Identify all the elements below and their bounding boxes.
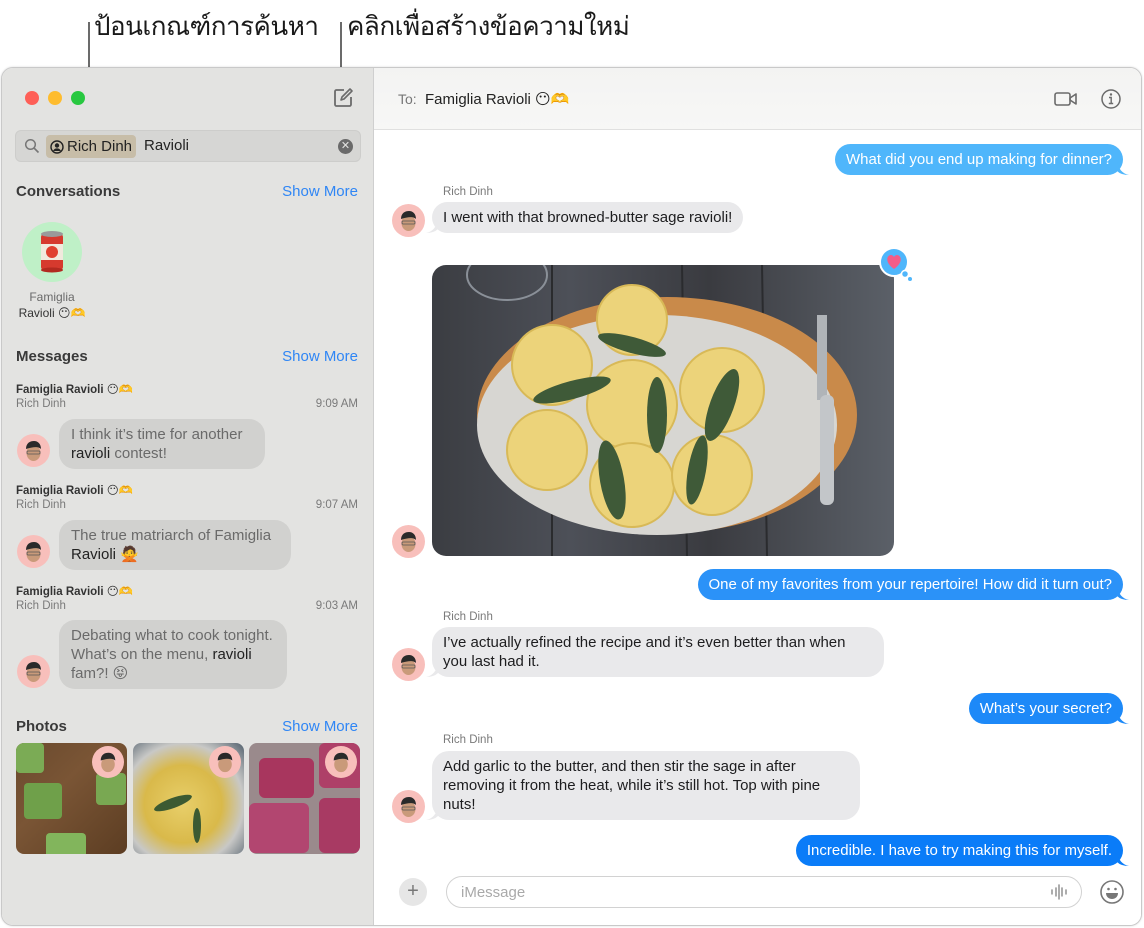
recipient-name[interactable]: Famiglia Ravioli 😶🫶 [425,90,569,108]
callout-compose: คลิกเพื่อสร้างข้อความใหม่ [347,12,630,42]
result-text-end: contest! [110,445,167,462]
ravioli-photo [432,265,894,556]
result-time: 9:07 AM [315,499,358,511]
photos-heading: Photos [16,718,67,735]
incoming-message[interactable]: Add garlic to the butter, and then stir … [426,751,860,820]
result-sender: Rich Dinh [16,499,66,511]
result-text: The true matriarch of Famiglia [71,527,272,544]
photo-thumbnail-beet-ravioli[interactable] [249,743,360,854]
photo-thumbnail-green-ravioli[interactable] [16,743,127,854]
callout-search-criteria: ป้อนเกณฑ์การค้นหา [94,12,319,42]
bubble-tail [426,219,438,233]
minimize-window-button[interactable] [48,91,62,105]
outgoing-message[interactable]: What’s your secret? [968,693,1129,724]
result-sender: Rich Dinh [16,398,66,410]
audio-waveform-icon[interactable] [1049,884,1069,900]
result-text-end: 🙅 [116,546,139,563]
clear-search-icon[interactable]: ✕ [338,139,353,154]
apps-plus-button[interactable]: + [399,878,427,906]
outgoing-message[interactable]: One of my favorites from your repertoire… [697,569,1129,600]
group-avatar [22,222,82,282]
conversation-name-line1: Famiglia [29,290,75,304]
result-match: ravioli [212,646,252,663]
incoming-message[interactable]: I went with that browned-butter sage rav… [426,202,744,233]
message-text: I went with that browned-butter sage rav… [443,209,733,226]
conversations-show-more-link[interactable]: Show More [282,183,358,200]
tomato-can-icon [41,231,63,273]
memoji-avatar [209,746,241,778]
message-text: What did you end up making for dinner? [846,151,1112,168]
message-text: Add garlic to the butter, and then stir … [443,758,821,813]
facetime-video-icon[interactable] [1053,87,1079,111]
incoming-message[interactable]: I’ve actually refined the recipe and it’… [426,627,884,677]
result-text-end: fam?! 😝 [71,665,129,682]
result-time: 9:09 AM [315,398,358,410]
search-icon [24,138,40,154]
imessage-placeholder: iMessage [461,884,526,901]
message-text: Incredible. I have to try making this fo… [806,842,1112,859]
result-group-name: Famiglia Ravioli 😶🫶 [16,384,134,396]
outgoing-message[interactable]: Incredible. I have to try making this fo… [795,835,1129,866]
message-text: I’ve actually refined the recipe and it’… [443,634,846,670]
message-text: One of my favorites from your repertoire… [708,576,1113,593]
close-window-button[interactable] [25,91,39,105]
memoji-avatar [325,746,357,778]
result-bubble: The true matriarch of Famiglia Ravioli 🙅 [59,520,291,570]
memoji-avatar [392,525,425,558]
bubble-tail [1117,161,1129,175]
conversation-name-line2: Ravioli 😶🫶 [18,306,86,320]
memoji-avatar [392,204,425,237]
bubble-tail [426,806,438,820]
sender-name: Rich Dinh [443,734,493,746]
messages-window: Rich Dinh Ravioli ✕ Conversations Show M… [1,67,1142,926]
search-query: Ravioli [144,137,190,154]
person-icon [50,139,64,154]
result-text: I think it’s time for another [71,426,243,443]
message-text: What’s your secret? [979,700,1112,717]
sidebar: Rich Dinh Ravioli ✕ Conversations Show M… [2,68,374,925]
conversation-pane: To: Famiglia Ravioli 😶🫶 What did you end… [374,68,1141,925]
search-token-label: Rich Dinh [67,138,133,155]
result-bubble: I think it’s time for another ravioli co… [59,419,265,469]
imessage-input[interactable]: iMessage [446,876,1082,908]
result-group-name: Famiglia Ravioli 😶🫶 [16,586,134,598]
bubble-tail [1117,852,1129,866]
photos-show-more-link[interactable]: Show More [282,718,358,735]
sender-name: Rich Dinh [443,186,493,198]
zoom-window-button[interactable] [71,91,85,105]
result-bubble: Debating what to cook tonight. What’s on… [59,620,287,689]
bubble-tail [1117,710,1129,724]
search-field[interactable]: Rich Dinh Ravioli ✕ [15,130,361,162]
memoji-avatar [392,790,425,823]
heart-tapback-icon[interactable] [877,246,913,282]
photo-message-ravioli[interactable] [432,265,894,556]
result-sender: Rich Dinh [16,600,66,612]
result-match: ravioli [71,445,111,462]
memoji-avatar [17,434,50,467]
result-group-name: Famiglia Ravioli 😶🫶 [16,485,134,497]
outgoing-message[interactable]: What did you end up making for dinner? [835,144,1129,175]
messages-show-more-link[interactable]: Show More [282,348,358,365]
memoji-avatar [17,655,50,688]
sender-name: Rich Dinh [443,611,493,623]
to-label: To: [398,91,417,107]
photo-thumbnail-sage-ravioli[interactable] [133,743,244,854]
memoji-avatar [92,746,124,778]
result-match: Ravioli [71,546,117,563]
info-icon[interactable] [1098,87,1124,111]
memoji-avatar [392,648,425,681]
conversation-header: To: Famiglia Ravioli 😶🫶 [374,68,1141,130]
bubble-tail [1117,586,1129,600]
result-time: 9:03 AM [315,600,358,612]
memoji-avatar [17,535,50,568]
bubble-tail [426,663,438,677]
conversations-heading: Conversations [16,183,121,200]
search-token-person[interactable]: Rich Dinh [46,135,137,158]
emoji-picker-icon[interactable] [1099,879,1125,905]
messages-heading: Messages [16,348,88,365]
compose-icon[interactable] [332,87,354,109]
